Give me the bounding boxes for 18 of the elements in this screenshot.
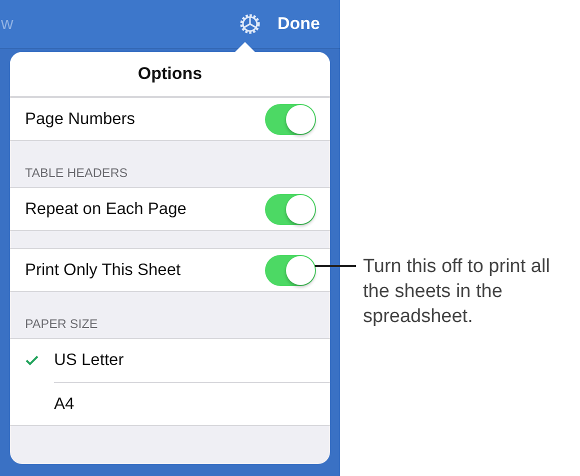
checkmark-icon	[25, 355, 39, 366]
choice-row[interactable]: US Letter	[25, 339, 330, 382]
done-button[interactable]: Done	[278, 14, 320, 34]
leader-line	[315, 265, 356, 267]
toggle-switch[interactable]	[265, 254, 316, 286]
callout-text: Turn this off to print all the sheets in the spreadsheet.	[363, 255, 551, 329]
row-label: Page Numbers	[25, 110, 136, 128]
toggle-switch[interactable]	[265, 104, 316, 134]
section-header: PAPER SIZE	[25, 317, 98, 331]
row-label: Print Only This Sheet	[25, 260, 181, 280]
toggle-switch[interactable]	[265, 194, 316, 224]
row-label: US Letter	[54, 350, 125, 371]
settings-row[interactable]: Page Numbers	[10, 98, 330, 140]
section-header: TABLE HEADERS	[25, 166, 128, 180]
settings-row[interactable]: Print Only This Sheet	[10, 249, 330, 291]
popover-title: Options	[10, 52, 330, 97]
row-label: Repeat on Each Page	[25, 200, 186, 218]
settings-row[interactable]: Repeat on Each Page	[10, 188, 330, 230]
